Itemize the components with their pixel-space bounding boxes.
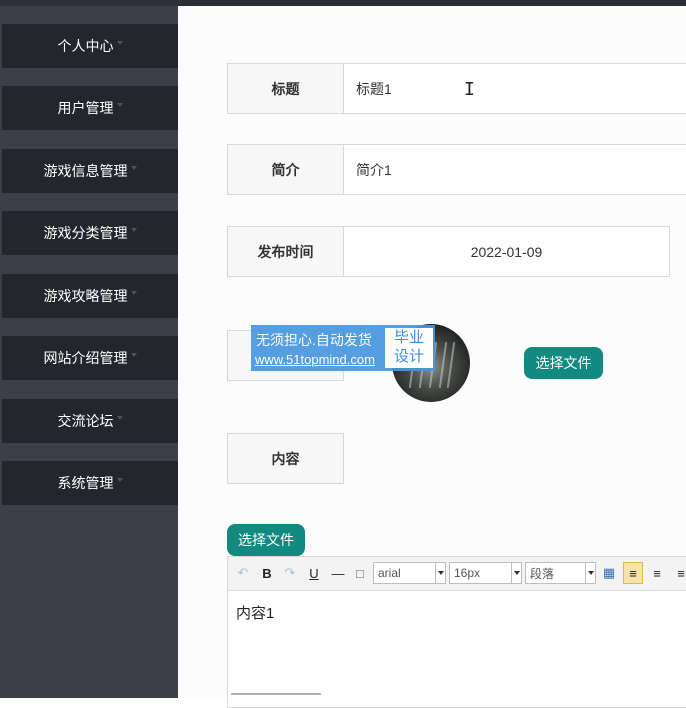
chevron-down-icon (585, 563, 595, 583)
intro-input[interactable]: 简介1 (343, 144, 686, 195)
date-input-value: 2022-01-09 (470, 243, 543, 260)
editor-toolbar: ↶ B ↷ U — □ arial 16px 段落 ▦ ≡ ≡ ≡ (228, 557, 686, 591)
align-right-icon[interactable]: ≡ (672, 564, 686, 582)
horizontal-rule-icon[interactable]: — (330, 564, 346, 582)
sidebar-item-user-management[interactable]: 用户管理 (2, 86, 178, 130)
undo-icon[interactable]: ↶ (236, 564, 250, 582)
document-icon[interactable]: □ (353, 564, 367, 582)
caret-down-icon (116, 41, 123, 45)
sidebar-item-label: 系统管理 (57, 475, 114, 491)
align-left-icon[interactable]: ≡ (623, 562, 643, 584)
caret-down-icon (116, 416, 123, 420)
editor-content[interactable]: 内容1 (236, 602, 274, 623)
caret-down-icon (130, 228, 137, 232)
font-size-value: 16px (454, 566, 481, 580)
paragraph-value: 段落 (530, 566, 555, 581)
title-input[interactable]: 标题1 (343, 63, 686, 114)
sidebar-item-game-guide[interactable]: 游戏攻略管理 (2, 274, 178, 318)
sidebar-item-site-intro[interactable]: 网站介绍管理 (2, 336, 178, 380)
sidebar-item-label: 游戏攻略管理 (43, 288, 128, 304)
sidebar-item-label: 个人中心 (57, 38, 114, 54)
sidebar-item-label: 网站介绍管理 (43, 350, 128, 366)
font-family-select[interactable]: arial (373, 562, 446, 584)
title-input-value: 标题1 (356, 80, 392, 97)
watermark-line1: 无须担心.自动发货 (256, 332, 372, 348)
caret-down-icon (130, 166, 137, 170)
content-choose-file-button[interactable]: 选择文件 (227, 524, 305, 556)
sidebar-item-label: 交流论坛 (57, 413, 114, 429)
date-input[interactable]: 2022-01-09 (343, 226, 670, 277)
sidebar-item-game-info[interactable]: 游戏信息管理 (2, 149, 178, 193)
intro-label: 简介 (227, 144, 344, 195)
sidebar-item-label: 用户管理 (57, 100, 114, 116)
sidebar: 个人中心 用户管理 游戏信息管理 游戏分类管理 游戏攻略管理 网站介绍管理 交流… (0, 6, 178, 698)
bold-icon[interactable]: B (259, 564, 275, 582)
font-size-select[interactable]: 16px (449, 562, 522, 584)
image-choose-file-button[interactable]: 选择文件 (524, 347, 603, 379)
redo-icon[interactable]: ↷ (283, 564, 297, 582)
sidebar-item-game-category[interactable]: 游戏分类管理 (2, 211, 178, 255)
chevron-down-icon (435, 563, 445, 583)
align-center-icon[interactable]: ≡ (648, 564, 666, 582)
rich-text-editor: ↶ B ↷ U — □ arial 16px 段落 ▦ ≡ ≡ ≡ 内容1 (227, 556, 686, 708)
title-label: 标题 (227, 63, 344, 114)
editor-status-bar (231, 691, 331, 698)
watermark-badge-line2: 设计 (393, 348, 424, 365)
intro-input-value: 简介1 (356, 161, 392, 178)
sidebar-item-system[interactable]: 系统管理 (2, 461, 178, 505)
font-family-value: arial (378, 566, 401, 580)
underline-icon[interactable]: U (306, 564, 322, 582)
watermark-badge: 毕业 设计 (385, 328, 433, 368)
sidebar-item-label: 游戏信息管理 (43, 163, 128, 179)
caret-down-icon (130, 353, 137, 357)
paragraph-select[interactable]: 段落 (525, 562, 596, 584)
watermark-banner: 无须担心.自动发货 www.51topmind.com 毕业 设计 (251, 325, 435, 371)
table-icon[interactable]: ▦ (600, 564, 618, 582)
caret-down-icon (116, 478, 123, 482)
content-label: 内容 (227, 433, 344, 484)
caret-down-icon (130, 291, 137, 295)
sidebar-item-forum[interactable]: 交流论坛 (2, 399, 178, 443)
date-label: 发布时间 (227, 226, 344, 277)
watermark-badge-line1: 毕业 (393, 329, 424, 346)
text-cursor-icon: I (464, 79, 475, 100)
chevron-down-icon (511, 563, 521, 583)
watermark-line2: www.51topmind.com (255, 352, 375, 367)
sidebar-item-label: 游戏分类管理 (43, 225, 128, 241)
caret-down-icon (116, 103, 123, 107)
sidebar-item-personal-center[interactable]: 个人中心 (2, 24, 178, 68)
